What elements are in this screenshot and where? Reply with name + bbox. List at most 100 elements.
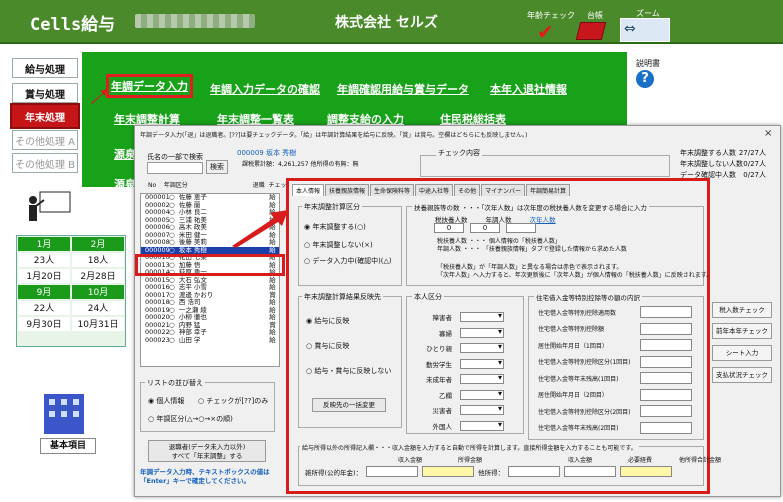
legend-line: 年調人数 ・・・ 「扶養親族情報」タブで登録した情報から求めた人数 bbox=[437, 246, 627, 253]
summary-value: 0/27人 bbox=[743, 171, 766, 179]
person-class-dropdown[interactable] bbox=[460, 358, 504, 369]
summary-value: 27/27人 bbox=[738, 149, 766, 157]
calc-radio-pending[interactable]: ○ データ入力中(確認中)(△) bbox=[304, 256, 392, 266]
reflect-radio-none[interactable]: ○ 給与・賞与に反映しない bbox=[306, 366, 391, 376]
sort-radio-check[interactable]: ○ チェックが[??]のみ bbox=[198, 396, 268, 406]
employee-summary: 課税累計額：4,261,257 他所得の有無：無 bbox=[242, 161, 359, 168]
group-title: 住宅借入金等特別控除等の額の内訳 bbox=[534, 292, 642, 302]
other-income-input[interactable] bbox=[508, 466, 561, 477]
tax-count-check-button[interactable]: 税入数チェック bbox=[712, 302, 772, 318]
head: 必要経費 bbox=[627, 457, 652, 464]
tab-simple-calc[interactable]: 年調簡易計算 bbox=[525, 184, 570, 196]
housing-loan-input[interactable] bbox=[640, 322, 692, 335]
housing-loan-input[interactable] bbox=[640, 388, 692, 401]
housing-loan-label: 住宅借入金等特別控除適用数 bbox=[538, 309, 617, 317]
dependents-note: 「税扶養人数」が「年調人数」と異なる場合は赤色で表示されます。 「次年人数」へ入… bbox=[437, 264, 712, 280]
head: 所得金額 bbox=[457, 457, 482, 464]
calc-radio-do[interactable]: ◉ 年末調整する(○) bbox=[304, 222, 366, 232]
group-title: 年末調整計算結果反映先 bbox=[302, 292, 383, 302]
radio-label: 給与に反映 bbox=[314, 317, 350, 325]
housing-loan-input[interactable] bbox=[640, 421, 692, 434]
enter-key-note: 年調データ入力時、テキストボックスの値は「Enter」キーで確定してください。 bbox=[140, 468, 270, 485]
menu-nencho-input[interactable]: 年調データ入力 bbox=[106, 74, 193, 98]
person-class-dropdown[interactable] bbox=[460, 342, 504, 353]
presenter-icon bbox=[29, 191, 71, 221]
search-button[interactable]: 検索 bbox=[206, 160, 228, 174]
person-class-row: 未成年者 bbox=[410, 373, 504, 384]
building-icon[interactable] bbox=[36, 384, 92, 440]
sort-title: リストの並び替え bbox=[145, 378, 205, 388]
housing-loan-input[interactable] bbox=[640, 405, 692, 417]
next-dependents-input[interactable] bbox=[506, 223, 536, 233]
masked-text bbox=[135, 14, 255, 28]
manual-label: 説明書 bbox=[636, 59, 660, 68]
nencho-dependents-field: 0 bbox=[470, 223, 500, 233]
person-class-label: 障害者 bbox=[432, 314, 453, 322]
person-class-row: 障害者 bbox=[410, 311, 504, 322]
tab-other[interactable]: その他 bbox=[454, 184, 481, 196]
housing-loan-label: 住宅借入金等年末残高(1回目) bbox=[538, 375, 619, 383]
sort-radio-class[interactable]: ○ 年調区分(△→○→×の順) bbox=[148, 414, 233, 424]
payment-status-check-button[interactable]: 支払状況チェック bbox=[712, 367, 772, 383]
person-class-dropdown[interactable] bbox=[460, 420, 504, 431]
all-year-end-button[interactable]: 退職者(データ未入力以外) すべて「年末調整」する bbox=[148, 440, 266, 462]
tab-midyear[interactable]: 中途入社等 bbox=[415, 184, 454, 196]
person-class-dropdown[interactable] bbox=[460, 311, 504, 322]
company-name: 株式会社 セルズ bbox=[335, 15, 438, 31]
menu-withholding-2[interactable]: 源泉 bbox=[114, 176, 136, 192]
name-search-input[interactable] bbox=[147, 162, 203, 174]
menu-input-check[interactable]: 年調入力データの確認 bbox=[210, 81, 320, 97]
count-summary: 年末調整する人数 27/27人 年末調整しない人数 0/27人 データ確認中人数 0/… bbox=[680, 148, 766, 181]
person-class-dropdown[interactable] bbox=[460, 327, 504, 338]
sort-radio-personal[interactable]: ◉ 個人情報 bbox=[148, 396, 184, 406]
housing-loan-input[interactable] bbox=[640, 306, 692, 318]
calendar-cell: 2月28日 bbox=[72, 269, 124, 283]
person-class-dropdown[interactable] bbox=[460, 389, 504, 400]
nav-payroll[interactable]: 給与処理 bbox=[12, 58, 78, 78]
tab-mynumber[interactable]: マイナンバー bbox=[481, 184, 525, 196]
reflect-radio-bonus[interactable]: ○ 賞与に反映 bbox=[306, 341, 349, 351]
menu-confirm-data[interactable]: 年調確認用給与賞与データ bbox=[337, 81, 469, 97]
sheet-input-button[interactable]: シート入力 bbox=[712, 345, 772, 361]
nav-other-a[interactable]: その他処理 A bbox=[12, 130, 78, 150]
nav-bonus[interactable]: 賞与処理 bbox=[12, 83, 78, 103]
prev-year-check-button[interactable]: 前年本年チェック bbox=[712, 323, 772, 339]
nav-other-b[interactable]: その他処理 B bbox=[12, 153, 78, 173]
person-class-dropdown[interactable] bbox=[460, 373, 504, 384]
person-class-label: 外国人 bbox=[432, 422, 453, 431]
housing-loan-input[interactable] bbox=[640, 355, 692, 368]
pension-income-input[interactable] bbox=[366, 466, 419, 477]
calc-radio-skip[interactable]: ○ 年末調整しない(×) bbox=[304, 240, 373, 250]
other-income-row: 雑所得(公的年金)： 他所得： bbox=[305, 466, 676, 477]
group-title: 年末調整計算区分 bbox=[302, 202, 362, 212]
summary-label: 年末調整しない人数 bbox=[680, 160, 743, 168]
close-icon[interactable]: × bbox=[764, 128, 772, 139]
housing-loan-row: 住宅借入金等特別控除適用数 bbox=[538, 306, 692, 318]
tab-personal[interactable]: 本人情報 bbox=[292, 184, 325, 196]
summary-value: 0/27人 bbox=[743, 160, 766, 168]
person-class-dropdown[interactable] bbox=[460, 404, 504, 415]
checkmark-icon[interactable]: ✔ bbox=[537, 20, 554, 44]
dialog-title: 年調データ入力(「退」は退職者。[??]は要チェックデータ。「給」は年調計算結果… bbox=[140, 132, 528, 139]
nav-year-end[interactable]: 年末処理 bbox=[10, 103, 80, 129]
housing-loan-input[interactable] bbox=[640, 339, 692, 351]
menu-join-leave[interactable]: 本年入退社情報 bbox=[490, 81, 567, 97]
employee-cell: 山田 学 bbox=[178, 335, 201, 344]
bulk-change-button[interactable]: 反映先の一括変更 bbox=[312, 398, 386, 412]
calendar-row: 1月 2月 bbox=[17, 236, 125, 252]
group-title: 本人区分 bbox=[412, 292, 444, 302]
help-icon[interactable]: ? bbox=[636, 70, 654, 88]
book-icon[interactable] bbox=[575, 22, 607, 40]
expenses-input[interactable] bbox=[564, 466, 617, 477]
summary-row: 年末調整する人数 27/27人 bbox=[680, 148, 766, 159]
employee-row[interactable]: 000023 ○ 山田 学 給 bbox=[141, 335, 279, 345]
person-class-label: 勤労学生 bbox=[426, 360, 452, 369]
tab-insurance[interactable]: 生命保険料等 bbox=[370, 184, 415, 196]
reflect-radio-salary[interactable]: ◉ 給与に反映 bbox=[306, 316, 349, 326]
employee-cell: 給 bbox=[269, 335, 276, 344]
basic-items-button[interactable]: 基本項目 bbox=[40, 438, 96, 454]
radio-label: 年末調整しない(×) bbox=[312, 241, 373, 249]
menu-withholding-1[interactable]: 源泉 bbox=[114, 146, 136, 162]
housing-loan-input[interactable] bbox=[640, 372, 692, 384]
tab-dependents[interactable]: 扶養親族情報 bbox=[325, 184, 370, 196]
